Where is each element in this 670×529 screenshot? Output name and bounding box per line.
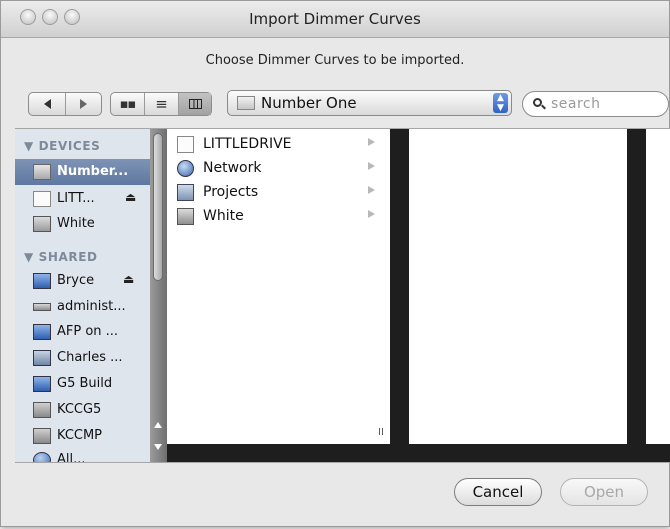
sidebar-item-bryce[interactable]: Bryce ⏏ bbox=[15, 268, 150, 294]
prompt-text: Choose Dimmer Curves to be imported. bbox=[205, 53, 465, 68]
sidebar-item-afp[interactable]: AFP on ... bbox=[15, 319, 150, 345]
browser-column-2 bbox=[409, 129, 627, 444]
devices-header: ▼ DEVICES bbox=[24, 139, 101, 153]
nav-segment bbox=[28, 92, 102, 116]
drive-icon bbox=[33, 164, 51, 180]
network-globe-icon bbox=[33, 452, 51, 462]
scroll-thumb[interactable] bbox=[153, 133, 163, 281]
chevron-right-icon bbox=[368, 138, 375, 146]
sidebar-scrollbar[interactable] bbox=[150, 129, 167, 462]
search-field[interactable]: search bbox=[522, 91, 669, 117]
scroll-down-arrow-icon[interactable] bbox=[154, 444, 162, 450]
cancel-button[interactable]: Cancel bbox=[454, 478, 542, 506]
window-title: Import Dimmer Curves bbox=[249, 10, 421, 28]
list-item[interactable]: Network bbox=[167, 157, 390, 181]
eject-icon[interactable]: ⏏ bbox=[123, 272, 134, 286]
network-globe-icon bbox=[177, 160, 194, 177]
chevron-right-icon bbox=[368, 186, 375, 194]
search-icon-handle bbox=[541, 104, 546, 110]
sidebar: ▼ DEVICES Number... LITT... ⏏ White ▼ SH… bbox=[15, 129, 150, 462]
file-browser: ▼ DEVICES Number... LITT... ⏏ White ▼ SH… bbox=[15, 128, 670, 463]
forward-button[interactable] bbox=[66, 93, 101, 115]
browser-column-3 bbox=[646, 129, 670, 444]
view-mode-segment: ▪▪ ≡ bbox=[110, 92, 212, 116]
sidebar-item-number-one[interactable]: Number... bbox=[15, 159, 150, 185]
sidebar-item-littledrive[interactable]: LITT... ⏏ bbox=[15, 186, 150, 212]
disclosure-triangle-icon[interactable]: ▼ bbox=[24, 139, 34, 153]
eject-icon[interactable]: ⏏ bbox=[125, 190, 136, 204]
back-arrow-icon bbox=[43, 99, 51, 109]
grid-icon: ▪▪ bbox=[119, 96, 137, 112]
list-view-button[interactable]: ≡ bbox=[145, 93, 179, 115]
server-icon bbox=[33, 428, 51, 444]
chevron-right-icon bbox=[368, 210, 375, 218]
list-item[interactable]: LITTLEDRIVE bbox=[167, 133, 390, 157]
column-resize-handle[interactable]: II bbox=[378, 427, 384, 438]
monitor-icon bbox=[33, 376, 51, 392]
drive-icon bbox=[237, 96, 255, 110]
list-icon: ≡ bbox=[155, 95, 168, 113]
search-placeholder: search bbox=[551, 96, 601, 112]
sidebar-item-kccmp[interactable]: KCCMP bbox=[15, 423, 150, 449]
sidebar-item-charles[interactable]: Charles ... bbox=[15, 345, 150, 371]
back-button[interactable] bbox=[29, 93, 66, 115]
title-bar: Import Dimmer Curves bbox=[1, 1, 669, 38]
server-icon bbox=[33, 402, 51, 418]
list-item[interactable]: Projects bbox=[167, 181, 390, 205]
columns-icon bbox=[188, 99, 202, 109]
icon-view-button[interactable]: ▪▪ bbox=[111, 93, 145, 115]
list-item[interactable]: White bbox=[167, 205, 390, 229]
sidebar-item-kccg5[interactable]: KCCG5 bbox=[15, 397, 150, 423]
column-divider[interactable] bbox=[390, 129, 409, 444]
sidebar-item-g5-build[interactable]: G5 Build bbox=[15, 371, 150, 397]
location-popup-value: Number One bbox=[261, 94, 357, 112]
server-icon bbox=[33, 350, 51, 366]
open-button[interactable]: Open bbox=[560, 478, 648, 506]
monitor-icon bbox=[33, 324, 51, 340]
location-popup[interactable]: Number One ▲ ▼ bbox=[227, 90, 512, 116]
import-dialog: Import Dimmer Curves Choose Dimmer Curve… bbox=[0, 0, 670, 527]
scroll-up-arrow-icon[interactable] bbox=[154, 422, 162, 428]
sidebar-item-white[interactable]: White bbox=[15, 211, 150, 237]
browser-column-1: LITTLEDRIVE Network Projects White II bbox=[167, 129, 390, 444]
column-view-button[interactable] bbox=[179, 93, 211, 115]
column-divider[interactable] bbox=[627, 129, 646, 444]
popup-stepper-icon: ▲ ▼ bbox=[493, 93, 508, 113]
monitor-icon bbox=[33, 273, 51, 289]
sidebar-item-all[interactable]: All... bbox=[15, 447, 150, 462]
horizontal-scrollbar[interactable] bbox=[167, 444, 670, 462]
sidebar-item-administ[interactable]: administ... bbox=[15, 294, 150, 320]
drive-icon bbox=[177, 136, 194, 153]
chevron-right-icon bbox=[368, 162, 375, 170]
forward-arrow-icon bbox=[80, 99, 87, 109]
drive-icon bbox=[33, 191, 51, 207]
shared-header: ▼ SHARED bbox=[24, 250, 98, 264]
server-icon bbox=[177, 184, 194, 201]
drive-icon bbox=[33, 216, 51, 232]
drive-icon bbox=[177, 208, 194, 225]
disclosure-triangle-icon[interactable]: ▼ bbox=[24, 250, 34, 264]
server-icon bbox=[33, 303, 51, 311]
